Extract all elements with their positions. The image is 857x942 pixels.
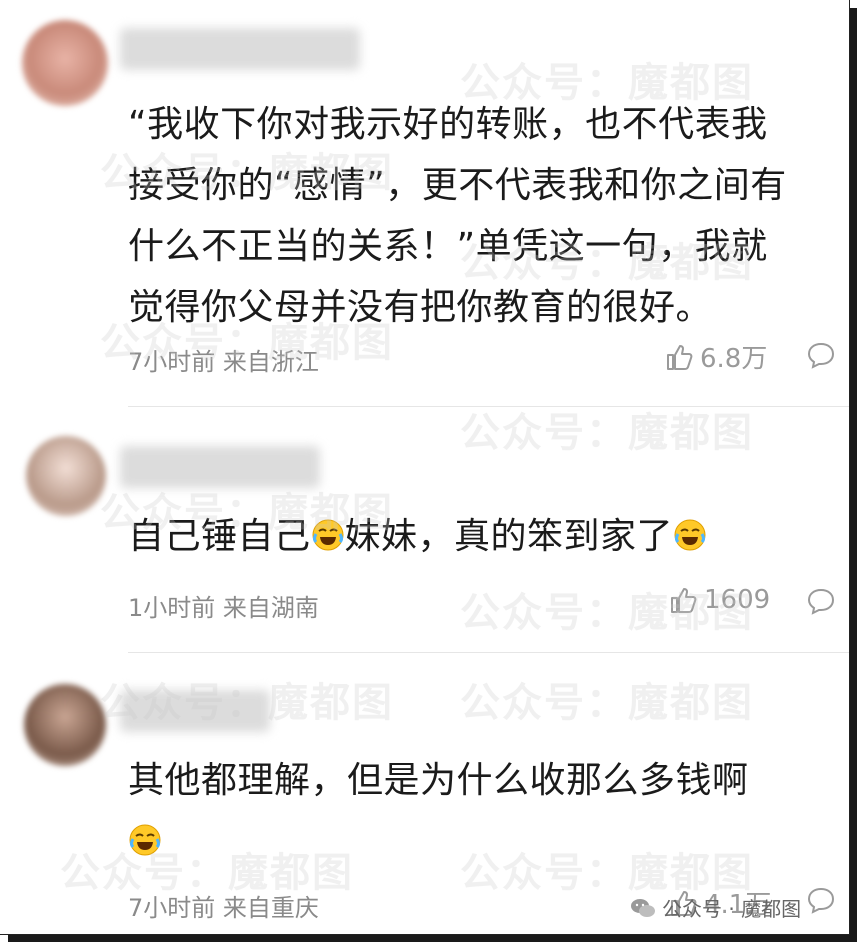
reply-bubble-icon[interactable] — [806, 885, 836, 915]
comment-line: 觉得你父母并没有把你教育的很好。 — [128, 287, 713, 328]
reply-bubble-icon[interactable] — [806, 586, 836, 616]
comment-text: “我收下你对我示好的转账，也不代表我 接受你的“感情”，更不代表我和你之间有 什… — [128, 94, 787, 338]
username-blurred[interactable] — [120, 690, 270, 732]
wechat-icon — [631, 898, 655, 917]
reply-bubble-icon[interactable] — [806, 340, 836, 370]
divider — [128, 652, 849, 653]
like-button[interactable]: 6.8万 — [664, 338, 767, 375]
laughing-crying-emoji — [129, 824, 161, 856]
comment-line: 接受你的“感情”，更不代表我和你之间有 — [128, 165, 787, 206]
thumbs-up-icon — [667, 344, 693, 370]
laughing-crying-emoji — [674, 519, 706, 551]
comment-line — [128, 811, 749, 872]
watermark: 公众号：魔都图 — [460, 680, 754, 726]
comment-line: 什么不正当的关系！”单凭这一句，我就 — [128, 226, 768, 267]
comment-text: 自己锤自己 妹妹，真的笨到家了 — [128, 506, 707, 567]
frame-shadow-right — [850, 8, 857, 942]
comment-line: “我收下你对我示好的转账，也不代表我 — [128, 104, 768, 145]
username-blurred[interactable] — [120, 28, 360, 70]
comment-list: “我收下你对我示好的转账，也不代表我 接受你的“感情”，更不代表我和你之间有 什… — [0, 0, 850, 935]
laughing-crying-emoji — [312, 519, 344, 551]
divider — [128, 406, 849, 407]
username-blurred[interactable] — [120, 446, 320, 488]
like-count: 1609 — [704, 585, 771, 615]
comment-meta: 7小时前 来自浙江 — [128, 348, 319, 376]
avatar[interactable] — [24, 684, 106, 766]
comment-text-part: 妹妹，真的笨到家了 — [344, 516, 674, 557]
wechat-account-badge: 公众号 · 魔都图 — [630, 893, 801, 922]
avatar[interactable] — [22, 20, 108, 106]
comment-text: 其他都理解，但是为什么收那么多钱啊 — [128, 750, 749, 872]
comment-text-part: 自己锤自己 — [128, 516, 311, 557]
badge-label: 公众号 · 魔都图 — [662, 897, 802, 921]
like-count: 6.8万 — [700, 344, 768, 374]
avatar[interactable] — [26, 436, 106, 516]
watermark: 公众号：魔都图 — [460, 410, 754, 456]
comment-meta: 7小时前 来自重庆 — [128, 894, 319, 922]
thumbs-up-icon — [671, 588, 697, 613]
comment-line: 其他都理解，但是为什么收那么多钱啊 — [128, 760, 749, 801]
frame-shadow-bottom — [8, 935, 857, 942]
comment-meta: 1小时前 来自湖南 — [128, 594, 319, 622]
like-button[interactable]: 1609 — [668, 585, 770, 615]
